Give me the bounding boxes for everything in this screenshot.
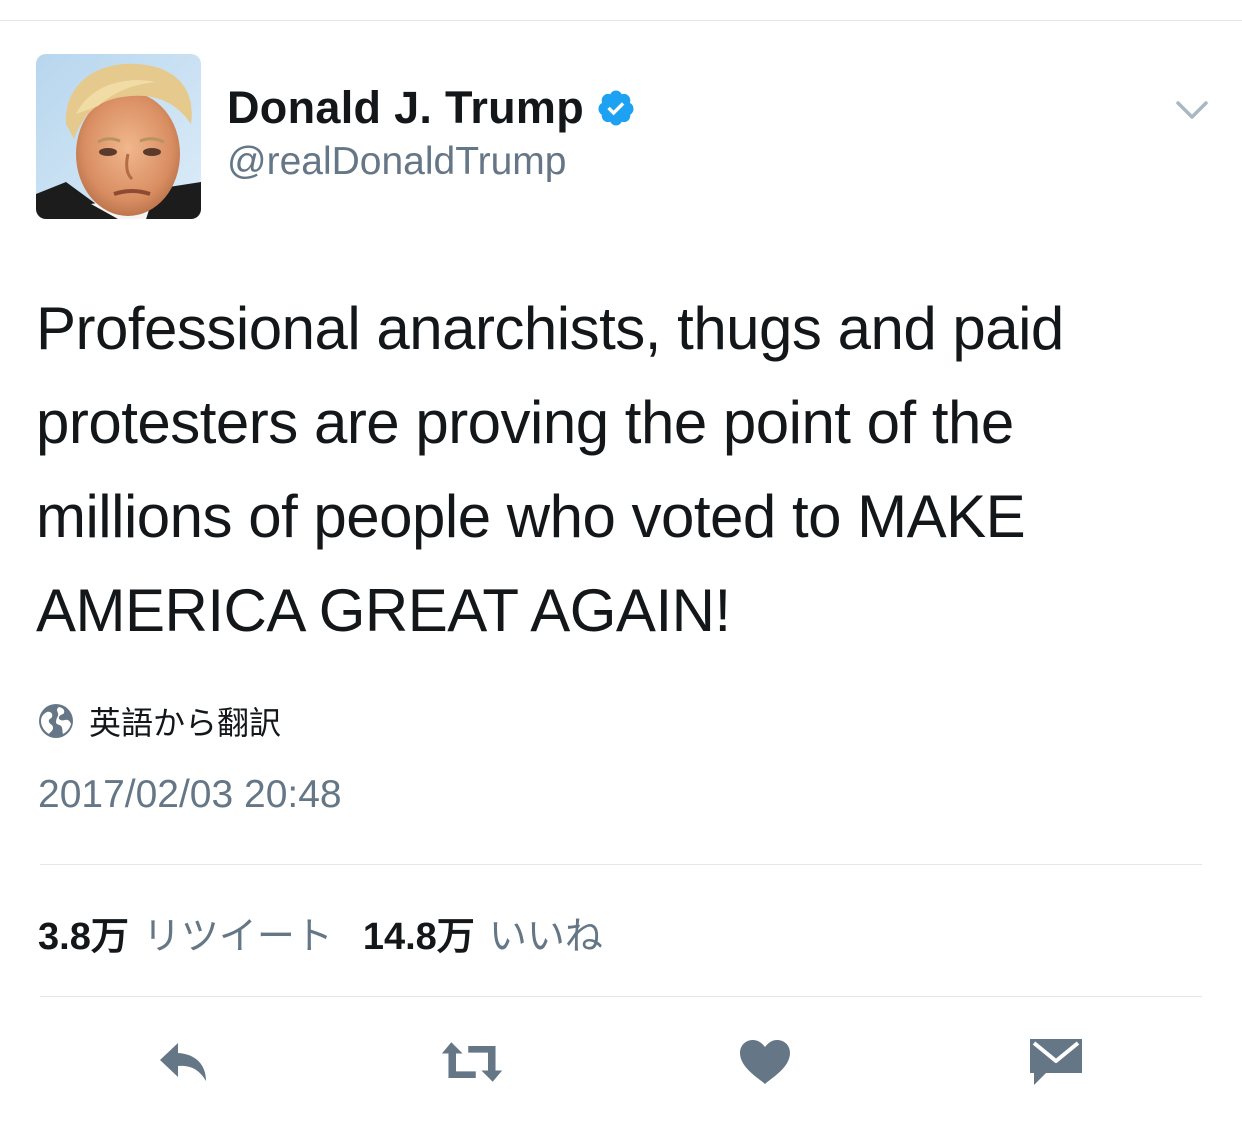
top-divider bbox=[0, 20, 1242, 21]
retweets-count: 3.8万 bbox=[38, 916, 129, 958]
user-handle[interactable]: @realDonaldTrump bbox=[227, 140, 566, 184]
translate-tweet-link[interactable]: 英語から翻訳 bbox=[38, 698, 281, 744]
translate-label: 英語から翻訳 bbox=[89, 705, 282, 741]
actions-top-divider bbox=[40, 996, 1202, 997]
verified-badge-icon bbox=[598, 90, 634, 126]
tweet-timestamp: 2017/02/03 20:48 bbox=[38, 773, 342, 816]
retweets-stat[interactable]: 3.8万 リツイート bbox=[38, 905, 333, 960]
globe-icon bbox=[39, 704, 73, 738]
retweet-button[interactable] bbox=[440, 1034, 504, 1090]
tweet-line: protesters are proving the point of the bbox=[36, 389, 1014, 456]
reply-button[interactable] bbox=[152, 1034, 216, 1090]
likes-count: 14.8万 bbox=[362, 916, 475, 958]
avatar[interactable] bbox=[36, 54, 201, 219]
avatar-photo bbox=[36, 54, 201, 219]
tweet-line: millions of people who voted to MAKE bbox=[36, 483, 1026, 550]
retweets-label: リツイート bbox=[142, 916, 333, 958]
display-name[interactable]: Donald J. Trump bbox=[227, 82, 584, 134]
direct-message-button[interactable] bbox=[1024, 1034, 1088, 1090]
reply-icon bbox=[160, 1043, 206, 1081]
retweet-icon bbox=[441, 1042, 503, 1082]
envelope-icon bbox=[1030, 1039, 1082, 1085]
display-name-row[interactable]: Donald J. Trump bbox=[227, 80, 636, 136]
likes-stat[interactable]: 14.8万 いいね bbox=[363, 905, 603, 960]
chevron-down-icon[interactable] bbox=[1170, 92, 1214, 128]
tweet-line: Professional anarchists, thugs and paid bbox=[36, 295, 1064, 362]
engagement-stats: 3.8万 リツイート 14.8万 いいね bbox=[38, 905, 603, 960]
heart-icon bbox=[740, 1040, 790, 1084]
stats-top-divider bbox=[40, 864, 1202, 865]
likes-label: いいね bbox=[488, 916, 603, 958]
like-button[interactable] bbox=[733, 1034, 797, 1090]
tweet-line: AMERICA GREAT AGAIN! bbox=[36, 577, 731, 644]
tweet-text: Professional anarchists, thugs and paid … bbox=[36, 282, 1216, 658]
